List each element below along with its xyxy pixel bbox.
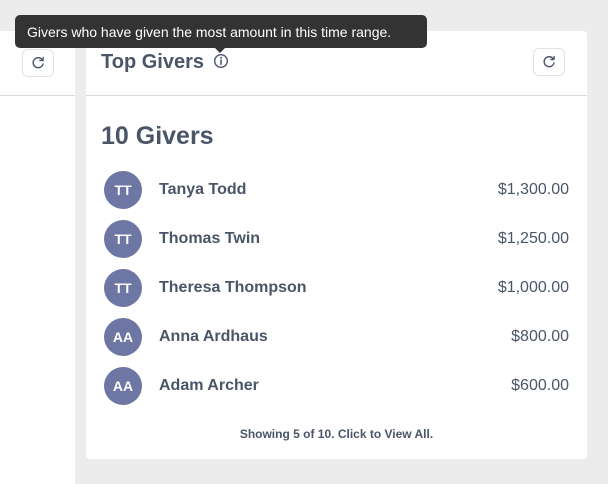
giver-name: Adam Archer	[159, 377, 259, 394]
avatar: AA	[104, 318, 142, 356]
avatar: TT	[104, 171, 142, 209]
giver-amount: $800.00	[511, 328, 569, 345]
top-givers-card: Top Givers 10 Givers TT Tanya Todd $1,30…	[86, 31, 587, 459]
adjacent-refresh-button[interactable]	[22, 49, 54, 77]
giver-row[interactable]: TT Tanya Todd $1,300.00	[104, 171, 569, 209]
giver-row[interactable]: AA Adam Archer $600.00	[104, 367, 569, 405]
refresh-icon	[32, 56, 44, 69]
giver-name: Tanya Todd	[159, 181, 247, 198]
header-divider	[0, 95, 75, 96]
avatar: TT	[104, 220, 142, 258]
refresh-button[interactable]	[533, 48, 565, 76]
giver-name: Thomas Twin	[159, 230, 261, 247]
giver-row[interactable]: TT Thomas Twin $1,250.00	[104, 220, 569, 258]
giver-row[interactable]: AA Anna Ardhaus $800.00	[104, 318, 569, 356]
givers-count-heading: 10 Givers	[101, 122, 214, 150]
view-all-link[interactable]: Showing 5 of 10. Click to View All.	[86, 427, 587, 441]
adjacent-widget-panel	[0, 31, 75, 484]
giver-amount: $1,300.00	[497, 181, 569, 198]
giver-name: Theresa Thompson	[159, 279, 307, 296]
giver-amount: $1,250.00	[497, 230, 569, 247]
info-tooltip: Givers who have given the most amount in…	[15, 15, 427, 48]
giver-name: Anna Ardhaus	[159, 328, 268, 345]
avatar: AA	[104, 367, 142, 405]
info-icon[interactable]	[213, 53, 229, 69]
refresh-icon	[543, 55, 555, 68]
giver-amount: $1,000.00	[497, 279, 569, 296]
avatar: TT	[104, 269, 142, 307]
tooltip-arrow	[214, 47, 226, 53]
card-title: Top Givers	[101, 51, 204, 73]
giver-row[interactable]: TT Theresa Thompson $1,000.00	[104, 269, 569, 307]
giver-amount: $600.00	[511, 377, 569, 394]
